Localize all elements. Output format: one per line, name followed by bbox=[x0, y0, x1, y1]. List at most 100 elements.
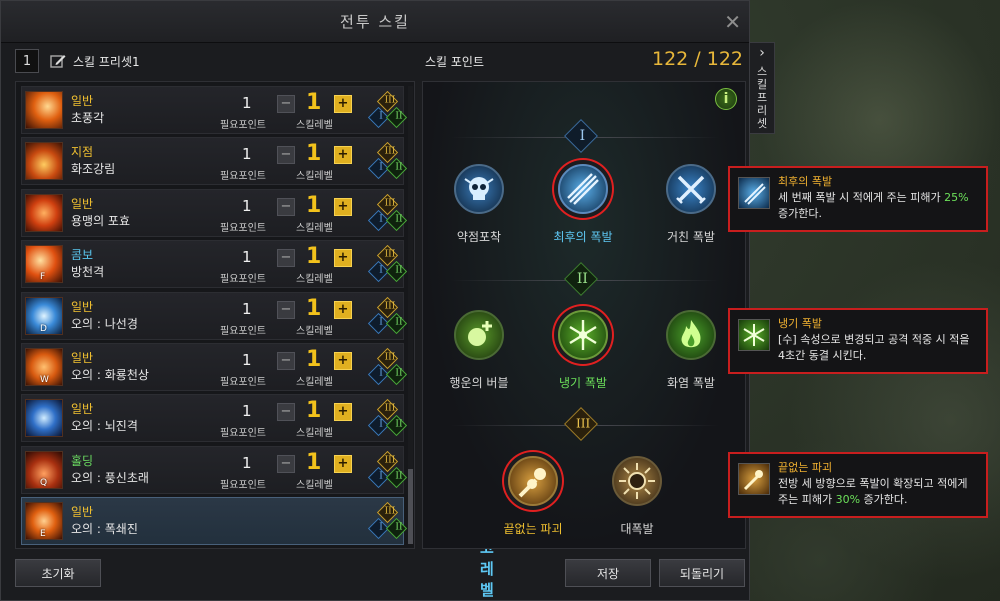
skill-level-label: 스킬레벨 bbox=[296, 222, 333, 234]
level-plus-button[interactable]: + bbox=[334, 197, 352, 216]
level-box: 1 필요포인트 −1 + 스킬레벨 bbox=[220, 398, 352, 440]
skill-text: 일반 오의 : 화룡천상 bbox=[71, 350, 211, 384]
level-plus-button[interactable]: + bbox=[334, 454, 352, 473]
side-tab-label: 스킬프리셋 bbox=[756, 65, 768, 130]
slash-icon bbox=[558, 164, 608, 214]
skill-row[interactable]: 일반 용맹의 포효 1 필요포인트 −1 + 스킬레벨 III I II bbox=[21, 188, 408, 237]
level-plus-button[interactable]: + bbox=[334, 146, 352, 165]
tripod-final-explosion[interactable]: 최후의 폭발 bbox=[545, 164, 621, 245]
hotkey-label: F bbox=[40, 272, 46, 283]
level-plus-button[interactable]: + bbox=[334, 300, 352, 319]
skill-row[interactable]: D 일반 오의 : 나선경 1 필요포인트 −1 + 스킬레벨 III I II bbox=[21, 291, 408, 340]
combat-skill-window: 전투 스킬 ✕ 1 스킬 프리셋1 스킬 포인트 122 / 122 일반 초풍각… bbox=[0, 0, 750, 601]
tripod-indicator[interactable]: III I II bbox=[367, 193, 408, 234]
tripod-indicator[interactable]: III I II bbox=[367, 347, 408, 388]
level-minus-button[interactable]: − bbox=[277, 454, 295, 473]
tripod-indicator[interactable]: III I II bbox=[367, 399, 408, 439]
required-points-label: 필요포인트 bbox=[220, 325, 266, 337]
info-icon[interactable]: i bbox=[715, 88, 737, 110]
skill-type: 일반 bbox=[71, 505, 94, 520]
skill-level-value: 1 bbox=[306, 192, 322, 218]
skill-level-value: 1 bbox=[306, 141, 322, 167]
required-points-label: 필요포인트 bbox=[220, 171, 266, 183]
skill-icon: E bbox=[25, 502, 63, 541]
skill-name: 오의 : 폭쇄진 bbox=[71, 522, 138, 537]
skill-row[interactable]: E 일반오의 : 폭쇄진 최고레벨IIIIII bbox=[21, 497, 494, 599]
level-minus-button[interactable]: − bbox=[277, 300, 295, 319]
tripod-indicator[interactable]: III I II bbox=[367, 245, 408, 285]
reset-button[interactable]: 초기화 bbox=[15, 559, 101, 587]
snowflake-icon bbox=[558, 310, 608, 360]
skill-icon bbox=[25, 193, 63, 232]
tooltip-text: [수] 속성으로 변경되고 공격 적중 시 적을 4초간 동결 시킨다. bbox=[778, 333, 970, 362]
level-plus-button[interactable]: + bbox=[334, 95, 352, 113]
skill-row[interactable]: 일반 오의 : 뇌진격 1 필요포인트 −1 + 스킬레벨 III I II bbox=[21, 394, 408, 443]
level-box: 1 필요포인트 −1 + 스킬레벨 bbox=[220, 449, 352, 491]
required-points-label: 필요포인트 bbox=[220, 377, 266, 388]
level-minus-button[interactable]: − bbox=[277, 197, 295, 216]
tooltip-title: 끝없는 파괴 bbox=[778, 461, 833, 474]
skill-level-label: 스킬레벨 bbox=[296, 377, 333, 388]
level-minus-button[interactable]: − bbox=[277, 95, 295, 113]
skill-row[interactable]: F 콤보 방천격 1 필요포인트 −1 + 스킬레벨 III I II bbox=[21, 240, 408, 289]
level-minus-button[interactable]: − bbox=[277, 146, 295, 165]
level-plus-button[interactable]: + bbox=[334, 249, 352, 268]
preset-number-button[interactable]: 1 bbox=[15, 49, 39, 73]
tripod-rough-explosion[interactable]: 거친 폭발 bbox=[653, 164, 729, 245]
skill-type: 일반 bbox=[71, 402, 94, 417]
skill-type: 콤보 bbox=[71, 248, 94, 263]
tripod-flame-explosion[interactable]: 화염 폭발 bbox=[653, 310, 729, 391]
revert-button[interactable]: 되돌리기 bbox=[659, 559, 745, 587]
required-points-value: 1 bbox=[242, 196, 252, 215]
tooltip-endless-destruction: 끝없는 파괴 전방 세 방향으로 폭발이 확장되고 적에게 주는 피해가 30%… bbox=[728, 452, 988, 518]
level-minus-button[interactable]: − bbox=[277, 352, 295, 370]
tooltip-title: 냉기 폭발 bbox=[778, 317, 822, 330]
hotkey-label: E bbox=[40, 529, 46, 540]
tooltip-text: 전방 세 방향으로 폭발이 확장되고 적에게 주는 피해가 30% 증가한다. bbox=[778, 477, 968, 506]
skill-type: 홀딩 bbox=[71, 453, 94, 468]
skill-icon bbox=[25, 91, 63, 129]
tripod-indicator[interactable]: III I II bbox=[367, 90, 408, 131]
tripod-indicator[interactable]: III I II bbox=[367, 296, 408, 337]
skill-text: 일반 오의 : 뇌진격 bbox=[71, 401, 211, 435]
skill-level-label: 스킬레벨 bbox=[296, 428, 333, 440]
skill-row[interactable]: W 일반 오의 : 화룡천상 1 필요포인트 −1 + 스킬레벨 III I II bbox=[21, 343, 408, 391]
required-points-label: 필요포인트 bbox=[220, 222, 266, 234]
tripod-lucky-bubble[interactable]: 행운의 버블 bbox=[441, 310, 517, 391]
tripod-big-explosion[interactable]: 대폭발 bbox=[599, 456, 675, 537]
skill-name: 오의 : 풍신초래 bbox=[71, 470, 149, 485]
tripod-weak-point[interactable]: 약점포착 bbox=[441, 164, 517, 245]
skill-preset-side-tab[interactable]: › 스킬프리셋 bbox=[749, 42, 775, 134]
level-box: 1 필요포인트 −1 + 스킬레벨 bbox=[220, 141, 352, 183]
close-icon[interactable]: ✕ bbox=[724, 10, 741, 34]
skill-list: 일반 초풍각 1 필요포인트 −1 + 스킬레벨 III I II 지점 화조강림 1 필요포인트 −1 + 스… bbox=[15, 81, 494, 599]
level-minus-button[interactable]: − bbox=[277, 403, 295, 422]
edit-icon[interactable] bbox=[49, 52, 67, 70]
skill-text: 일반 용맹의 포효 bbox=[71, 196, 211, 230]
level-box: 1 필요포인트 −1 + 스킬레벨 bbox=[220, 192, 352, 234]
tripod-indicator[interactable]: III I II bbox=[367, 502, 408, 542]
tripod-label: 최후의 폭발 bbox=[553, 230, 613, 244]
required-points-label: 필요포인트 bbox=[220, 120, 266, 131]
tripod-indicator[interactable]: III I II bbox=[367, 450, 408, 491]
tripod-endless-destruction[interactable]: 끝없는 파괴 bbox=[495, 456, 571, 537]
level-plus-button[interactable]: + bbox=[334, 352, 352, 370]
scrollbar-thumb[interactable] bbox=[408, 469, 413, 544]
skill-row[interactable]: 일반 초풍각 1 필요포인트 −1 + 스킬레벨 III I II bbox=[21, 86, 408, 134]
level-minus-button[interactable]: − bbox=[277, 249, 295, 268]
skill-level-value: 1 bbox=[306, 449, 322, 475]
skull-icon bbox=[454, 164, 504, 214]
skill-row[interactable]: Q 홀딩 오의 : 풍신초래 1 필요포인트 −1 + 스킬레벨 III I II bbox=[21, 445, 408, 494]
tripod-frost-explosion[interactable]: 냉기 폭발 bbox=[545, 310, 621, 391]
save-button[interactable]: 저장 bbox=[565, 559, 651, 587]
scrollbar[interactable] bbox=[408, 86, 413, 544]
tripod-indicator[interactable]: III I II bbox=[367, 142, 408, 182]
level-plus-button[interactable]: + bbox=[334, 403, 352, 422]
skill-icon: F bbox=[25, 245, 63, 284]
skill-row[interactable]: 지점 화조강림 1 필요포인트 −1 + 스킬레벨 III I II bbox=[21, 137, 408, 186]
skill-level-value: 1 bbox=[306, 295, 322, 321]
flame-icon bbox=[666, 310, 716, 360]
bottom-bar: 초기화 저장 되돌리기 bbox=[15, 559, 745, 589]
required-points-value: 1 bbox=[242, 299, 252, 318]
skill-points-value: 122 / 122 bbox=[651, 48, 743, 70]
